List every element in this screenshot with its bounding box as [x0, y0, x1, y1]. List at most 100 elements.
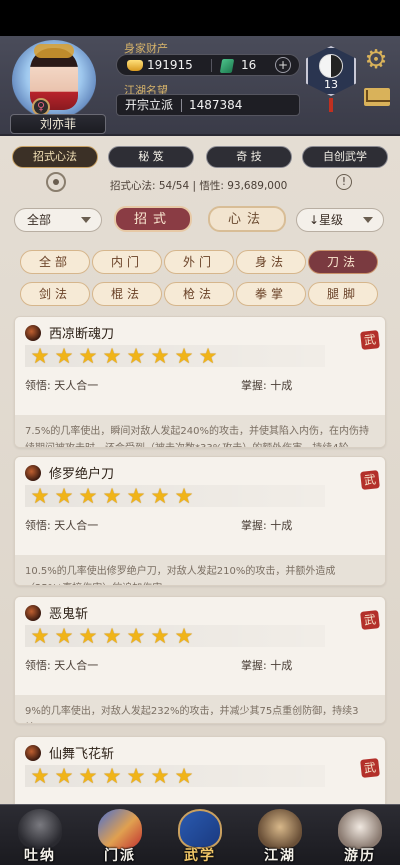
- martial-arts-panel: 招式心法 秘 笈 奇 技 自创武学 招式心法: 54/54 | 悟性: 93,6…: [0, 136, 400, 804]
- meditation-figure-icon: [18, 809, 62, 849]
- tab-moves-heart[interactable]: 招式心法: [12, 146, 98, 168]
- star-icon: ★: [126, 344, 146, 368]
- player-name: 刘亦菲: [10, 114, 106, 134]
- star-icon: ★: [78, 344, 98, 368]
- skill-emblem-icon: [25, 605, 41, 621]
- scope-dropdown[interactable]: 全部: [14, 208, 102, 232]
- jade-icon: [219, 59, 235, 73]
- nav-martial-arts[interactable]: 武学: [164, 805, 236, 865]
- category-moves-tab[interactable]: 招式: [114, 206, 192, 232]
- nav-label: 江湖: [264, 848, 296, 864]
- star-icon: ★: [30, 764, 50, 788]
- bamboo-hat-icon: [258, 809, 302, 849]
- skill-card[interactable]: 仙舞飞花斩 ★ ★ ★ ★ ★ ★ ★ 武: [14, 736, 386, 804]
- star-rating: ★ ★ ★ ★ ★ ★ ★: [25, 625, 325, 647]
- wealth-bar: 191915 16 +: [116, 54, 300, 76]
- nav-meditate[interactable]: 吐纳: [4, 805, 76, 865]
- sect-title: 开宗立派: [125, 98, 174, 112]
- skill-emblem-icon: [25, 745, 41, 761]
- jade-amount: 16: [241, 58, 257, 72]
- red-seal-icon[interactable]: 武: [360, 470, 380, 490]
- skill-card[interactable]: 西凉断魂刀 ★ ★ ★ ★ ★ ★ ★ ★ 领悟: 天人合一 掌握: 十成 7.5%的几率使出…: [14, 316, 386, 448]
- star-icon: ★: [174, 764, 194, 788]
- star-icon: ★: [54, 484, 74, 508]
- chip-staff[interactable]: 棍法: [92, 282, 162, 306]
- star-rating: ★ ★ ★ ★ ★ ★ ★: [25, 765, 325, 787]
- star-icon: ★: [150, 484, 170, 508]
- star-icon: ★: [30, 624, 50, 648]
- hair-ornament-icon: [34, 44, 74, 58]
- divider: [211, 59, 212, 72]
- nav-travel[interactable]: 游历: [324, 805, 396, 865]
- skill-name: 西凉断魂刀: [49, 327, 115, 342]
- nav-label: 门派: [104, 848, 136, 864]
- star-icon: ★: [198, 344, 218, 368]
- star-icon: ★: [54, 344, 74, 368]
- gold-amount: 191915: [147, 58, 193, 72]
- sort-dropdown[interactable]: ↓星级: [296, 208, 384, 232]
- skill-card[interactable]: 恶鬼斩 ★ ★ ★ ★ ★ ★ ★ 领悟: 天人合一 掌握: 十成 9%的几率使出，对敌人发…: [14, 596, 386, 724]
- skill-name: 恶鬼斩: [49, 607, 89, 622]
- chip-sword[interactable]: 剑法: [20, 282, 90, 306]
- nav-label: 吐纳: [24, 848, 56, 864]
- nav-sect[interactable]: 门派: [84, 805, 156, 865]
- skill-description: 9%的几率使出，对敌人发起232%的攻击，并减少其75点重创防御，持续3轮。: [25, 706, 359, 717]
- tab-secret-books[interactable]: 秘 笈: [108, 146, 194, 168]
- chip-inner[interactable]: 内门: [92, 250, 162, 274]
- chip-kick[interactable]: 腿脚: [308, 282, 378, 306]
- star-icon: ★: [30, 484, 50, 508]
- skill-description: 7.5%的几率使出，瞬间对敌人发起240%的攻击，并使其陷入内伤，在内伤持续期间…: [25, 426, 369, 447]
- player-level: 13: [324, 78, 338, 91]
- skill-insight: 领悟: 天人合一: [25, 379, 99, 392]
- category-heart-tab[interactable]: 心法: [208, 206, 286, 232]
- chip-footwork[interactable]: 身法: [236, 250, 306, 274]
- skill-insight: 领悟: 天人合一: [25, 659, 99, 672]
- red-seal-icon[interactable]: 武: [360, 758, 380, 778]
- info-icon[interactable]: !: [336, 174, 352, 190]
- nav-label: 武学: [184, 848, 216, 864]
- star-icon: ★: [174, 624, 194, 648]
- red-seal-icon[interactable]: 武: [360, 610, 380, 630]
- star-icon: ★: [126, 484, 146, 508]
- star-icon: ★: [30, 344, 50, 368]
- white-horse-icon: [338, 809, 382, 849]
- tab-special-skills[interactable]: 奇 技: [206, 146, 292, 168]
- star-rating: ★ ★ ★ ★ ★ ★ ★ ★: [25, 345, 325, 367]
- add-currency-icon[interactable]: +: [275, 57, 291, 73]
- chip-spear[interactable]: 枪法: [164, 282, 234, 306]
- eye-icon[interactable]: [46, 172, 66, 192]
- star-icon: ★: [102, 764, 122, 788]
- skill-card[interactable]: 修罗绝户刀 ★ ★ ★ ★ ★ ★ ★ 领悟: 天人合一 掌握: 十成 10.5%的几率使出…: [14, 456, 386, 586]
- tassel-icon: [329, 98, 333, 112]
- sect-flag-icon: [98, 809, 142, 849]
- star-icon: ★: [150, 344, 170, 368]
- star-rating: ★ ★ ★ ★ ★ ★ ★: [25, 485, 325, 507]
- tab-custom-arts[interactable]: 自创武学: [302, 146, 388, 168]
- chip-all[interactable]: 全部: [20, 250, 90, 274]
- skill-insight: 领悟: 天人合一: [25, 519, 99, 532]
- yinyang-icon: [319, 54, 343, 78]
- chevron-down-icon: [81, 217, 91, 223]
- skill-stats: 招式心法: 54/54 | 悟性: 93,689,000: [110, 180, 288, 192]
- star-icon: ★: [78, 624, 98, 648]
- nav-label: 游历: [344, 848, 376, 864]
- player-header: ♀ 刘亦菲 身家财产 191915 16 + 江湖名望 开宗立派 1487384…: [0, 36, 400, 136]
- chip-outer[interactable]: 外门: [164, 250, 234, 274]
- level-badge[interactable]: 13: [302, 42, 360, 112]
- red-seal-icon[interactable]: 武: [360, 330, 380, 350]
- skill-emblem-icon: [25, 325, 41, 341]
- skill-name: 仙舞飞花斩: [49, 747, 115, 762]
- scope-value: 全部: [27, 213, 52, 227]
- settings-gear-icon[interactable]: ⚙: [362, 46, 390, 74]
- star-icon: ★: [150, 624, 170, 648]
- nav-jianghu[interactable]: 江湖: [244, 805, 316, 865]
- chip-fist[interactable]: 拳掌: [236, 282, 306, 306]
- martial-book-icon: [178, 809, 222, 849]
- skill-name: 修罗绝户刀: [49, 467, 115, 482]
- mail-icon[interactable]: [364, 88, 390, 106]
- gold-ingot-icon: [127, 60, 143, 71]
- star-icon: ★: [78, 484, 98, 508]
- status-bar: [0, 0, 400, 36]
- bottom-nav: 吐纳 门派 武学 江湖 游历: [0, 804, 400, 865]
- chip-saber[interactable]: 刀法: [308, 250, 378, 274]
